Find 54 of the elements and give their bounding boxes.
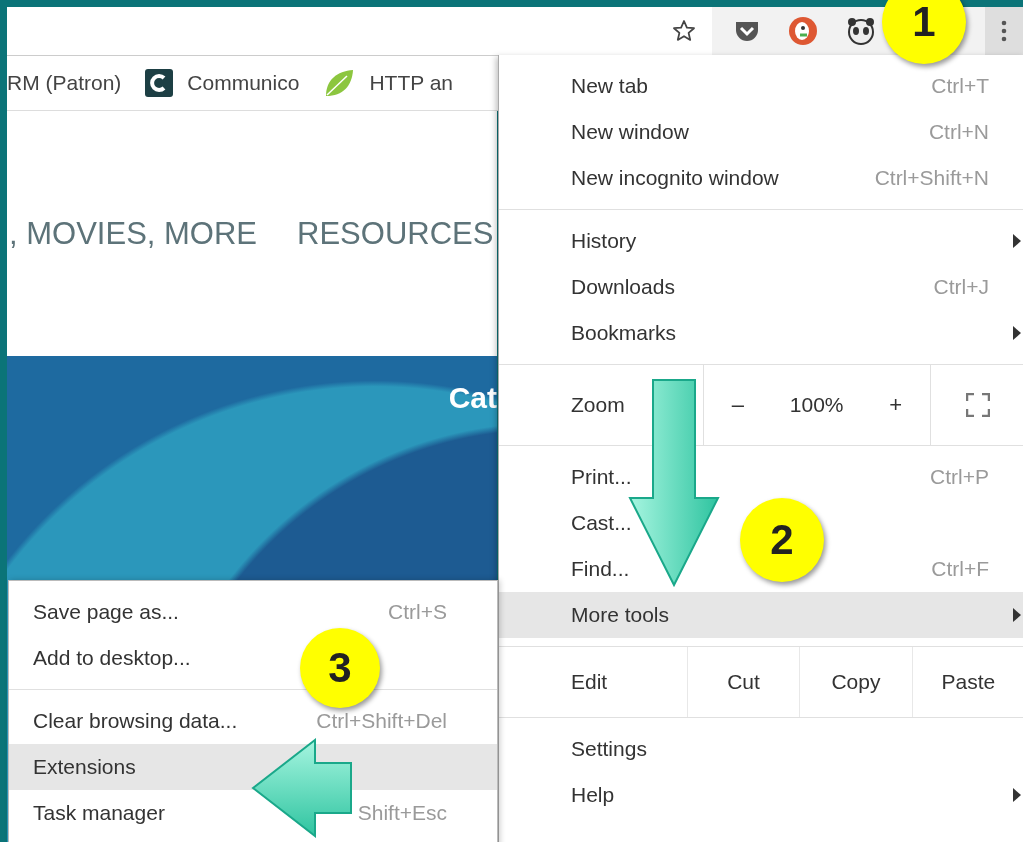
zoom-label: Zoom <box>571 393 625 417</box>
banner-heading: Cat <box>448 381 497 415</box>
address-field[interactable] <box>7 7 712 55</box>
zoom-in-button[interactable]: + <box>879 388 913 422</box>
keyboard-shortcut: Ctrl+J <box>933 275 989 299</box>
menu-item[interactable]: New window <box>571 120 689 144</box>
menu-icon <box>1001 20 1007 42</box>
menu-item[interactable]: Bookmarks <box>571 321 677 345</box>
menu-item[interactable]: Print... <box>571 465 632 489</box>
keyboard-shortcut: Ctrl+N <box>928 120 989 144</box>
bookmark-link[interactable]: Communico <box>145 69 300 97</box>
menu-item[interactable]: More tools <box>571 603 670 627</box>
menu-item[interactable]: Extensions <box>33 755 136 779</box>
submenu-arrow-icon <box>1013 788 1021 802</box>
menu-item[interactable]: Find... <box>571 557 630 581</box>
submenu-arrow-icon <box>1013 608 1021 622</box>
menu-button[interactable] <box>985 7 1023 55</box>
submenu-arrow-icon <box>1013 234 1021 248</box>
animal-face-icon[interactable] <box>846 17 876 45</box>
menu-item[interactable]: Settings <box>571 737 647 761</box>
menu-item[interactable]: Help <box>571 783 615 807</box>
nav-link[interactable]: RESOURCES <box>297 215 494 252</box>
keyboard-shortcut: Ctrl+S <box>388 600 447 624</box>
shield-chevron-icon[interactable] <box>734 19 760 43</box>
keyboard-shortcut: Shift+Esc <box>357 801 447 825</box>
menu-item[interactable]: New incognito window <box>571 166 779 190</box>
edit-button[interactable]: Copy <box>799 647 912 717</box>
star-icon[interactable] <box>672 19 696 43</box>
menu-item[interactable]: Save page as... <box>33 600 179 624</box>
keyboard-shortcut: Ctrl+F <box>931 557 989 581</box>
nav-link[interactable]: , MOVIES, MORE <box>9 215 258 252</box>
menu-item[interactable]: Add to desktop... <box>33 646 191 670</box>
menu-item[interactable]: Clear browsing data... <box>33 709 238 733</box>
keyboard-shortcut: Ctrl+T <box>931 74 989 98</box>
leaf-icon <box>323 68 356 98</box>
bookmark-link[interactable]: HTTP an <box>323 68 454 98</box>
keyboard-shortcut: Ctrl+P <box>930 465 989 489</box>
edit-label: Edit <box>571 670 608 694</box>
zoom-level-text: 100% <box>789 393 844 417</box>
fullscreen-icon <box>965 393 990 417</box>
menu-item[interactable]: New tab <box>571 74 649 98</box>
submenu-arrow-icon <box>1013 326 1021 340</box>
menu-item[interactable]: History <box>571 229 637 253</box>
menu-item[interactable]: Cast... <box>571 511 632 535</box>
bookmark-link[interactable]: RM (Patron) <box>7 71 122 95</box>
menu-item[interactable]: Task manager <box>33 801 165 825</box>
edit-button[interactable]: Paste <box>911 647 1023 717</box>
zoom-out-button[interactable]: – <box>721 388 755 422</box>
keyboard-shortcut: Ctrl+Shift+N <box>874 166 989 190</box>
logo-icon <box>145 69 174 97</box>
round-face-icon[interactable] <box>788 16 818 46</box>
menu-item[interactable]: Downloads <box>571 275 675 299</box>
keyboard-shortcut: Ctrl+Shift+Del <box>316 709 447 733</box>
edit-button[interactable]: Cut <box>686 647 800 717</box>
